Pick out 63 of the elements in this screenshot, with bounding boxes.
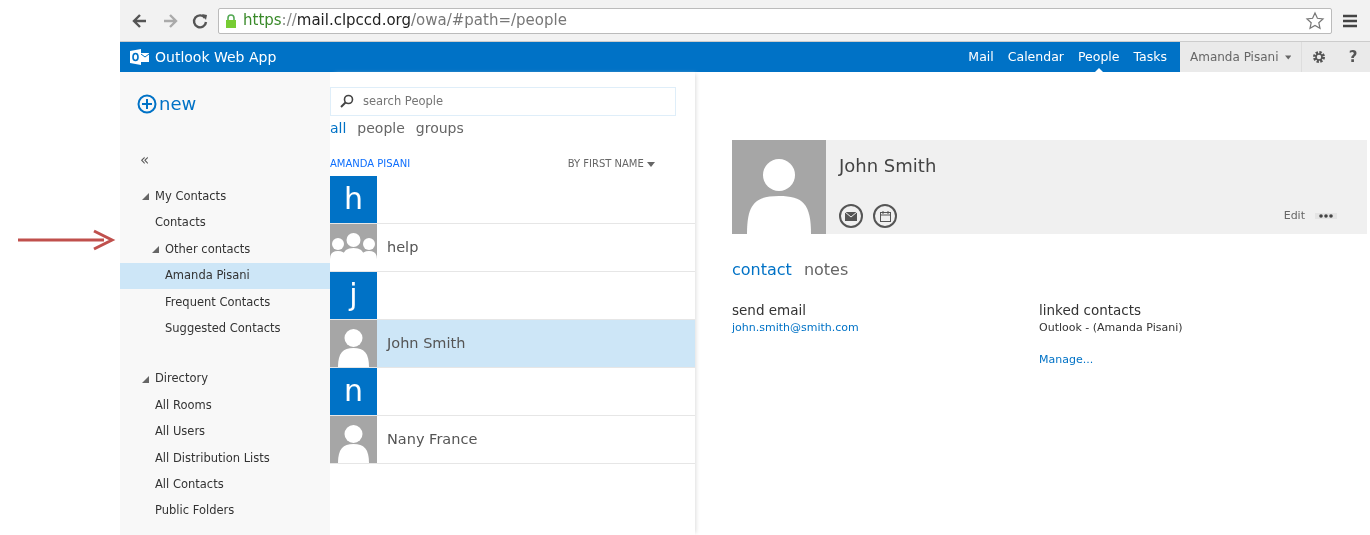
field-label: send email [732, 301, 807, 320]
help-button[interactable]: ? [1336, 42, 1370, 72]
expand-arrow-icon[interactable] [152, 245, 159, 253]
more-icon [1318, 213, 1334, 219]
tree-item[interactable]: All Contacts [120, 471, 330, 498]
person-avatar-icon [732, 140, 826, 234]
letter-header: j [330, 272, 377, 319]
contact-row[interactable]: help [330, 224, 695, 272]
address-bar[interactable]: https://mail.clpccd.org/owa/#path=/people [218, 7, 1332, 34]
tree-item[interactable]: Suggested Contacts [120, 315, 330, 342]
contact-name: John Smith [839, 154, 938, 178]
filter-tab[interactable]: groups [415, 120, 464, 136]
tree-item[interactable]: Frequent Contacts [120, 289, 330, 316]
tree-item[interactable]: Public Folders [120, 497, 330, 525]
tree-item[interactable]: All Distribution Lists [120, 445, 330, 472]
nav-tab[interactable]: Tasks [1126, 42, 1174, 72]
plus-circle-icon [137, 93, 157, 114]
calendar-icon [879, 210, 891, 222]
more-button[interactable] [1315, 213, 1337, 219]
tree-item[interactable]: Contacts [120, 209, 330, 237]
tree-item[interactable]: Amanda Pisani [120, 262, 330, 290]
expand-arrow-icon[interactable] [142, 375, 149, 383]
nav-tab[interactable]: Calendar [1000, 42, 1071, 72]
email-button[interactable] [839, 204, 863, 228]
caret-icon [647, 161, 655, 167]
nav-tab[interactable]: Mail [961, 42, 1001, 72]
calendar-button[interactable] [873, 204, 897, 228]
tree-item[interactable]: Directory [120, 365, 330, 393]
nav-tab[interactable]: People [1070, 42, 1127, 72]
filter-tab[interactable]: people [357, 120, 405, 136]
caret-icon [1284, 54, 1291, 60]
tree-item[interactable]: All Users [120, 418, 330, 445]
reload-icon[interactable] [191, 11, 209, 30]
star-icon[interactable] [1305, 10, 1325, 31]
detail-tab[interactable]: contact [732, 260, 792, 279]
outlook-logo-icon [130, 48, 150, 66]
app-title: Outlook Web App [155, 47, 277, 67]
manage-link[interactable]: Manage... [1039, 351, 1346, 369]
contact-row[interactable]: Nany France [330, 416, 695, 464]
folder-name: AMANDA PISANI [330, 157, 411, 171]
envelope-icon [845, 211, 857, 221]
email-link[interactable]: john.smith@smith.com [732, 320, 1039, 337]
user-menu[interactable]: Amanda Pisani [1180, 42, 1302, 72]
field-value: Outlook - (Amanda Pisani) [1039, 320, 1184, 337]
letter-header: n [330, 368, 377, 415]
edit-link[interactable]: Edit [1283, 207, 1305, 225]
field-label: linked contacts [1039, 301, 1143, 320]
filter-tab[interactable]: all [330, 120, 347, 136]
expand-arrow-icon[interactable] [142, 193, 149, 201]
settings-icon[interactable] [1312, 50, 1326, 64]
tree-item[interactable]: Other contacts [120, 236, 330, 263]
letter-header: h [330, 176, 377, 223]
tree-item[interactable]: My Contacts [120, 183, 330, 210]
new-button[interactable]: new [120, 90, 330, 117]
tree-item[interactable]: All Rooms [120, 392, 330, 419]
sort-menu[interactable]: BY FIRST NAME [567, 156, 655, 176]
url-text: https://mail.clpccd.org/owa/#path=/people [243, 10, 567, 32]
back-icon[interactable] [131, 11, 149, 30]
search-field[interactable]: search People [330, 87, 676, 116]
collapse-button[interactable]: « [120, 149, 330, 172]
lock-icon [225, 12, 237, 29]
detail-tab[interactable]: notes [803, 260, 849, 279]
contact-row[interactable]: John Smith [330, 320, 695, 368]
